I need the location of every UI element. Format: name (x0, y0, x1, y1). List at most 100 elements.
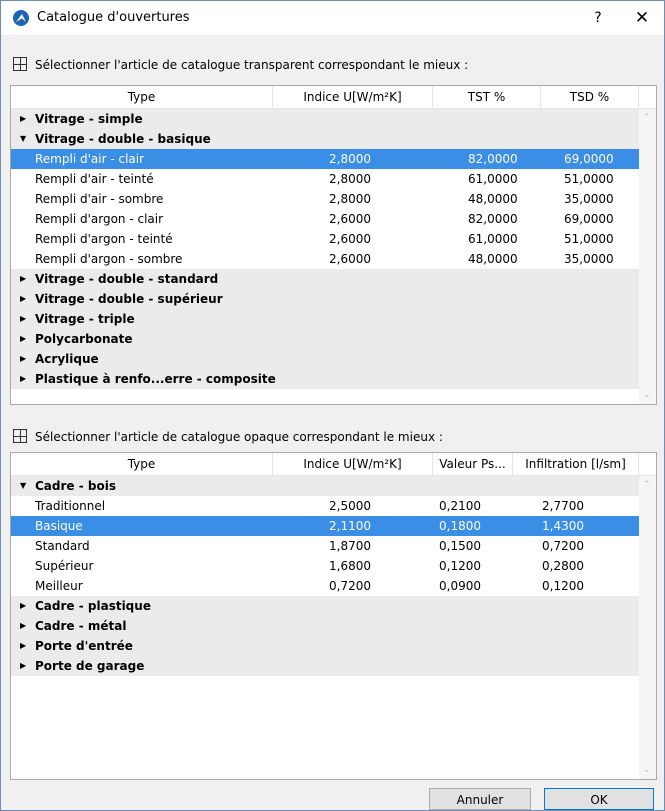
type-cell: Rempli d'argon - teinté (35, 232, 173, 246)
group-label: Cadre - métal (35, 619, 127, 633)
transparent-item-row[interactable]: Rempli d'air - sombre 2,8000 48,0000 35,000… (11, 189, 656, 209)
opaque-group-row[interactable]: ▶ Porte de garage (11, 656, 656, 676)
column-header-type[interactable]: Type (11, 453, 273, 475)
expand-right-icon[interactable]: ▶ (20, 269, 26, 289)
expand-right-icon[interactable]: ▶ (20, 329, 26, 349)
value-cell-3: 51,0000 (564, 172, 614, 186)
u-value-cell: 2,8000 (329, 152, 371, 166)
scroll-up-icon[interactable]: ⌃ (643, 480, 651, 490)
transparent-rows: ▶ Vitrage - simple ▼ Vitrage - double - bas… (11, 109, 656, 389)
help-button[interactable]: ? (587, 7, 609, 29)
transparent-header: Type Indice U[W/m²K] TST % TSD % (11, 86, 656, 109)
type-cell: Supérieur (35, 559, 94, 573)
expand-right-icon[interactable]: ▶ (20, 109, 26, 129)
value-cell-3: 69,0000 (564, 212, 614, 226)
transparent-group-row[interactable]: ▶ Vitrage - double - supérieur (11, 289, 656, 309)
u-value-cell: 2,6000 (329, 252, 371, 266)
column-header-infiltration[interactable]: Infiltration [l/sm] (513, 453, 639, 475)
group-label: Plastique à renfo...erre - composite (35, 372, 276, 386)
catalogue-dialog: Catalogue d'ouvertures ? ✕ Sélectionner … (0, 0, 665, 811)
window-title: Catalogue d'ouvertures (37, 10, 190, 25)
expand-right-icon[interactable]: ▶ (20, 656, 26, 676)
expand-right-icon[interactable]: ▶ (20, 309, 26, 329)
transparent-scrollbar[interactable]: ⌃ ⌄ (639, 109, 656, 404)
u-value-cell: 0,7200 (329, 579, 371, 593)
transparent-item-row[interactable]: Rempli d'argon - clair 2,6000 82,0000 69,00… (11, 209, 656, 229)
value-cell-2: 82,0000 (468, 152, 518, 166)
u-value-cell: 2,6000 (329, 212, 371, 226)
expand-right-icon[interactable]: ▶ (20, 596, 26, 616)
expand-down-icon[interactable]: ▼ (20, 129, 26, 149)
column-header-type[interactable]: Type (11, 86, 273, 108)
opaque-item-row[interactable]: Traditionnel 2,5000 0,2100 2,7700 (11, 496, 656, 516)
value-cell-2: 48,0000 (468, 192, 518, 206)
scroll-down-icon[interactable]: ⌄ (643, 390, 651, 400)
group-label: Porte d'entrée (35, 639, 133, 653)
opaque-item-row[interactable]: Supérieur 1,6800 0,1200 0,2800 (11, 556, 656, 576)
transparent-item-row[interactable]: Rempli d'air - clair 2,8000 82,0000 69,0000 (11, 149, 656, 169)
group-label: Vitrage - double - supérieur (35, 292, 223, 306)
group-label: Vitrage - double - standard (35, 272, 219, 286)
opaque-group-row[interactable]: ▶ Cadre - plastique (11, 596, 656, 616)
transparent-group-row[interactable]: ▶ Plastique à renfo...erre - composite (11, 369, 656, 389)
expand-right-icon[interactable]: ▶ (20, 369, 26, 389)
group-label: Vitrage - simple (35, 112, 143, 126)
transparent-label-text: Sélectionner l'article de catalogue tran… (35, 58, 469, 72)
transparent-item-row[interactable]: Rempli d'argon - sombre 2,6000 48,0000 35,0… (11, 249, 656, 269)
scroll-down-icon[interactable]: ⌄ (643, 765, 651, 775)
opaque-group-row[interactable]: ▶ Cadre - métal (11, 616, 656, 636)
transparent-group-row[interactable]: ▶ Vitrage - triple (11, 309, 656, 329)
opaque-item-row[interactable]: Standard 1,8700 0,1500 0,7200 (11, 536, 656, 556)
opaque-header: Type Indice U[W/m²K] Valeur Ps... Infilt… (11, 453, 656, 476)
type-cell: Meilleur (35, 579, 83, 593)
u-value-cell: 1,6800 (329, 559, 371, 573)
close-button[interactable]: ✕ (631, 7, 653, 29)
expand-down-icon[interactable]: ▼ (20, 476, 26, 496)
column-header-tsd[interactable]: TSD % (541, 86, 639, 108)
ok-button[interactable]: OK (544, 788, 654, 810)
column-header-u-value[interactable]: Indice U[W/m²K] (273, 453, 433, 475)
transparent-list[interactable]: Type Indice U[W/m²K] TST % TSD % ▶ Vitrag… (10, 85, 657, 405)
expand-right-icon[interactable]: ▶ (20, 616, 26, 636)
u-value-cell: 2,8000 (329, 172, 371, 186)
expand-right-icon[interactable]: ▶ (20, 289, 26, 309)
value-cell-2: 0,2100 (439, 499, 481, 513)
table-icon (13, 57, 27, 71)
value-cell-3: 35,0000 (564, 252, 614, 266)
value-cell-2: 0,0900 (439, 579, 481, 593)
type-cell: Rempli d'argon - clair (35, 212, 164, 226)
type-cell: Basique (35, 519, 83, 533)
transparent-group-row[interactable]: ▶ Acrylique (11, 349, 656, 369)
transparent-group-row[interactable]: ▶ Vitrage - simple (11, 109, 656, 129)
archicad-icon (13, 10, 29, 26)
group-label: Cadre - bois (35, 479, 116, 493)
transparent-item-row[interactable]: Rempli d'argon - teinté 2,6000 61,0000 51,0… (11, 229, 656, 249)
transparent-group-row[interactable]: ▶ Vitrage - double - standard (11, 269, 656, 289)
opaque-group-row[interactable]: ▼ Cadre - bois (11, 476, 656, 496)
u-value-cell: 2,8000 (329, 192, 371, 206)
opaque-scrollbar[interactable]: ⌃ ⌄ (639, 476, 656, 779)
transparent-group-row[interactable]: ▼ Vitrage - double - basique (11, 129, 656, 149)
transparent-item-row[interactable]: Rempli d'air - teinté 2,8000 61,0000 51,000… (11, 169, 656, 189)
opaque-item-row[interactable]: Meilleur 0,7200 0,0900 0,1200 (11, 576, 656, 596)
opaque-group-row[interactable]: ▶ Porte d'entrée (11, 636, 656, 656)
expand-right-icon[interactable]: ▶ (20, 349, 26, 369)
transparent-group-row[interactable]: ▶ Polycarbonate (11, 329, 656, 349)
type-cell: Traditionnel (35, 499, 106, 513)
expand-right-icon[interactable]: ▶ (20, 636, 26, 656)
opaque-list[interactable]: Type Indice U[W/m²K] Valeur Ps... Infilt… (10, 452, 657, 780)
value-cell-3: 0,7200 (542, 539, 584, 553)
cancel-button[interactable]: Annuler (429, 788, 531, 810)
column-header-psi-value[interactable]: Valeur Ps... (433, 453, 513, 475)
column-header-u-value[interactable]: Indice U[W/m²K] (273, 86, 433, 108)
type-cell: Rempli d'air - sombre (35, 192, 164, 206)
column-header-tst[interactable]: TST % (433, 86, 541, 108)
type-cell: Rempli d'argon - sombre (35, 252, 183, 266)
group-label: Cadre - plastique (35, 599, 151, 613)
value-cell-2: 48,0000 (468, 252, 518, 266)
scroll-up-icon[interactable]: ⌃ (643, 113, 651, 123)
opaque-item-row[interactable]: Basique 2,1100 0,1800 1,4300 (11, 516, 656, 536)
opaque-section-label: Sélectionner l'article de catalogue opaq… (13, 428, 443, 446)
value-cell-3: 0,1200 (542, 579, 584, 593)
value-cell-3: 0,2800 (542, 559, 584, 573)
